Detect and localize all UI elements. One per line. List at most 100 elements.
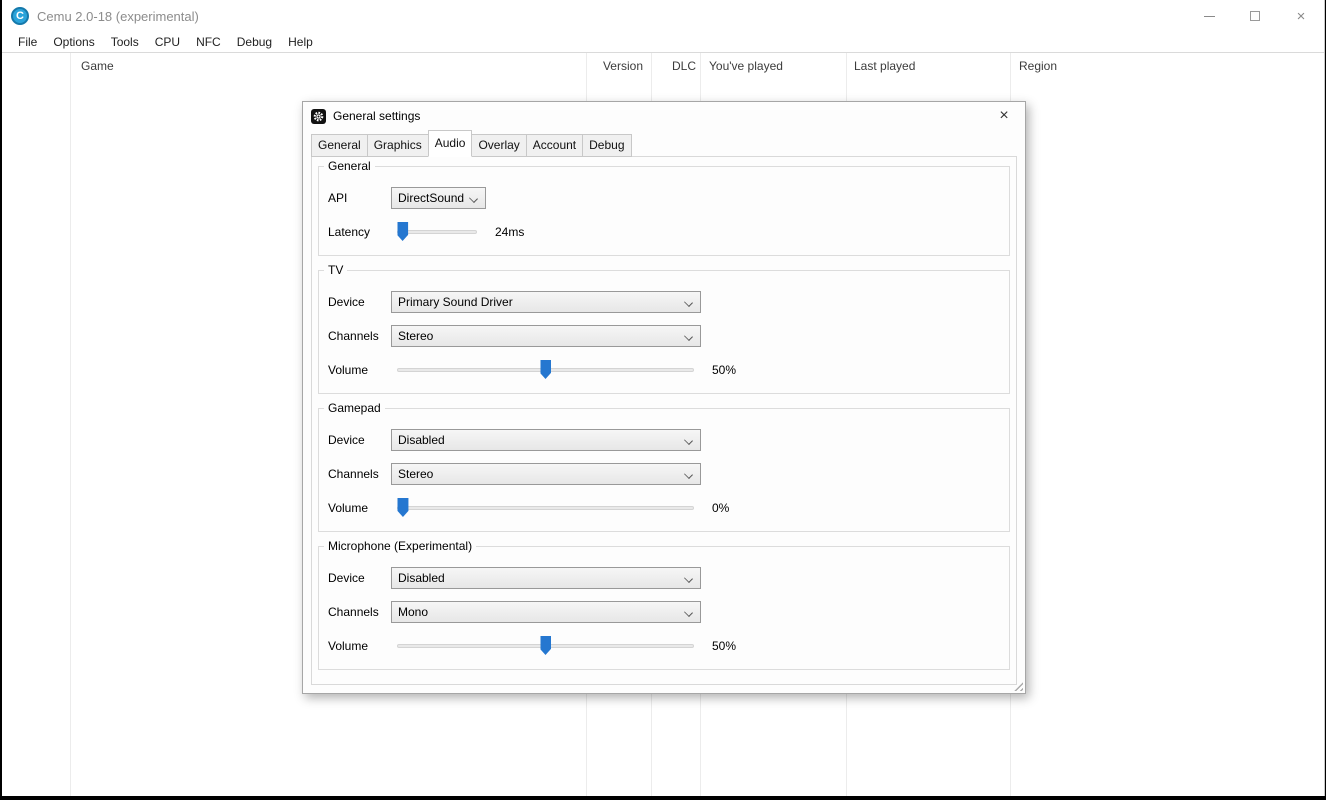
close-button[interactable]: × xyxy=(1278,0,1324,32)
tab-debug[interactable]: Debug xyxy=(582,134,631,157)
gamepad-volume-slider[interactable] xyxy=(397,497,694,519)
mic-volume-row: Volume 50% xyxy=(328,635,997,657)
group-general: General API DirectSound Latency 24ms xyxy=(318,166,1010,256)
slider-track xyxy=(397,506,694,510)
window-controls: × xyxy=(1186,0,1324,32)
menu-help[interactable]: Help xyxy=(280,32,321,52)
group-title: Microphone (Experimental) xyxy=(324,539,476,553)
gamepad-device-row: Device Disabled xyxy=(328,429,997,451)
gamepad-volume-value: 0% xyxy=(712,501,729,515)
mic-channels-select[interactable]: Mono xyxy=(391,601,701,623)
selected-value: DirectSound xyxy=(398,191,464,205)
cemu-app-icon: C xyxy=(11,7,29,25)
tv-volume-row: Volume 50% xyxy=(328,359,997,381)
tv-channels-row: Channels Stereo xyxy=(328,325,997,347)
chevron-down-icon xyxy=(684,470,693,479)
column-header-dlc[interactable]: DLC xyxy=(651,59,700,77)
column-header-youve-played[interactable]: You've played xyxy=(700,59,846,77)
minimize-button[interactable] xyxy=(1186,0,1232,32)
column-header-game[interactable]: Game xyxy=(70,59,586,77)
tab-audio[interactable]: Audio xyxy=(428,130,473,157)
tab-general[interactable]: General xyxy=(311,134,368,157)
field-label: Channels xyxy=(328,467,391,481)
selected-value: Primary Sound Driver xyxy=(398,295,513,309)
latency-row: Latency 24ms xyxy=(328,221,997,243)
field-label: Latency xyxy=(328,225,391,239)
chevron-down-icon xyxy=(684,574,693,583)
field-label: Device xyxy=(328,433,391,447)
tv-volume-value: 50% xyxy=(712,363,736,377)
group-gamepad: Gamepad Device Disabled Channels Stereo … xyxy=(318,408,1010,532)
tv-device-row: Device Primary Sound Driver xyxy=(328,291,997,313)
gamepad-volume-row: Volume 0% xyxy=(328,497,997,519)
dialog-title: General settings xyxy=(333,109,420,123)
slider-thumb[interactable] xyxy=(397,498,408,517)
menu-bar: File Options Tools CPU NFC Debug Help xyxy=(2,32,1324,53)
menu-cpu[interactable]: CPU xyxy=(147,32,188,52)
maximize-icon xyxy=(1250,11,1260,21)
field-label: Device xyxy=(328,295,391,309)
mic-volume-slider[interactable] xyxy=(397,635,694,657)
slider-track xyxy=(397,230,477,234)
selected-value: Mono xyxy=(398,605,428,619)
api-row: API DirectSound xyxy=(328,187,997,209)
window-title: Cemu 2.0-18 (experimental) xyxy=(37,9,199,24)
slider-thumb[interactable] xyxy=(397,222,408,241)
slider-thumb[interactable] xyxy=(540,360,551,379)
tab-graphics[interactable]: Graphics xyxy=(367,134,429,157)
dialog-close-button[interactable]: × xyxy=(991,103,1017,129)
menu-nfc[interactable]: NFC xyxy=(188,32,229,52)
selected-value: Stereo xyxy=(398,467,433,481)
dialog-title-bar[interactable]: General settings × xyxy=(303,102,1025,130)
tv-channels-select[interactable]: Stereo xyxy=(391,325,701,347)
tab-account[interactable]: Account xyxy=(526,134,583,157)
menu-options[interactable]: Options xyxy=(45,32,102,52)
tab-overlay[interactable]: Overlay xyxy=(471,134,526,157)
settings-tabstrip: General Graphics Audio Overlay Account D… xyxy=(303,130,1025,157)
mic-device-select[interactable]: Disabled xyxy=(391,567,701,589)
menu-tools[interactable]: Tools xyxy=(103,32,147,52)
column-header-region[interactable]: Region xyxy=(1010,59,1310,77)
general-settings-dialog: General settings × General Graphics Audi… xyxy=(302,101,1026,694)
api-select[interactable]: DirectSound xyxy=(391,187,486,209)
column-header-last-played[interactable]: Last played xyxy=(846,59,1010,77)
audio-tab-panel: General API DirectSound Latency 24ms TV xyxy=(311,156,1017,685)
group-tv: TV Device Primary Sound Driver Channels … xyxy=(318,270,1010,394)
field-label: Volume xyxy=(328,363,391,377)
chevron-down-icon xyxy=(469,194,478,203)
chevron-down-icon xyxy=(684,332,693,341)
mic-device-row: Device Disabled xyxy=(328,567,997,589)
field-label: Device xyxy=(328,571,391,585)
field-label: Volume xyxy=(328,639,391,653)
group-title: Gamepad xyxy=(324,401,385,415)
chevron-down-icon xyxy=(684,436,693,445)
minimize-icon xyxy=(1204,16,1215,17)
column-divider xyxy=(70,53,71,796)
chevron-down-icon xyxy=(684,298,693,307)
group-title: TV xyxy=(324,263,347,277)
selected-value: Disabled xyxy=(398,571,445,585)
column-header-version[interactable]: Version xyxy=(586,59,651,77)
field-label: Channels xyxy=(328,605,391,619)
selected-value: Disabled xyxy=(398,433,445,447)
slider-thumb[interactable] xyxy=(540,636,551,655)
close-icon: × xyxy=(1297,9,1306,24)
group-title: General xyxy=(324,159,375,173)
latency-slider[interactable] xyxy=(397,221,477,243)
tv-device-select[interactable]: Primary Sound Driver xyxy=(391,291,701,313)
maximize-button[interactable] xyxy=(1232,0,1278,32)
group-microphone: Microphone (Experimental) Device Disable… xyxy=(318,546,1010,670)
gamepad-device-select[interactable]: Disabled xyxy=(391,429,701,451)
chevron-down-icon xyxy=(684,608,693,617)
field-label: Volume xyxy=(328,501,391,515)
field-label: Channels xyxy=(328,329,391,343)
latency-value: 24ms xyxy=(495,225,524,239)
gamepad-channels-select[interactable]: Stereo xyxy=(391,463,701,485)
menu-debug[interactable]: Debug xyxy=(229,32,280,52)
selected-value: Stereo xyxy=(398,329,433,343)
gear-icon xyxy=(311,109,326,124)
field-label: API xyxy=(328,191,391,205)
tv-volume-slider[interactable] xyxy=(397,359,694,381)
menu-file[interactable]: File xyxy=(10,32,45,52)
title-bar: C Cemu 2.0-18 (experimental) × xyxy=(2,0,1324,32)
